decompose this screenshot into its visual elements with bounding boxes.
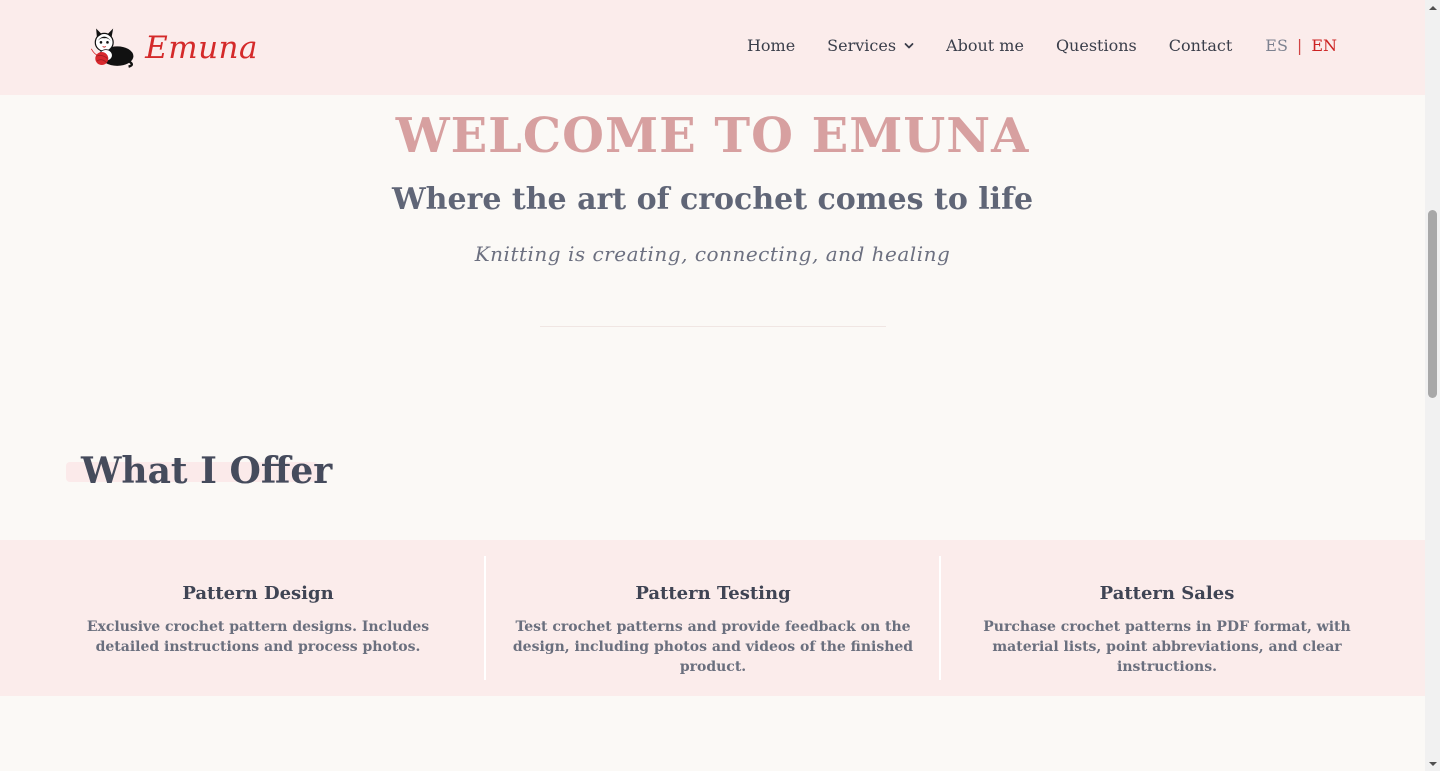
hero-subtitle: Where the art of crochet comes to life xyxy=(391,182,1034,217)
service-divider xyxy=(939,556,941,680)
chevron-down-icon xyxy=(904,42,914,48)
what-i-offer-heading: What I Offer xyxy=(81,450,333,492)
nav-questions[interactable]: Questions xyxy=(1056,36,1137,55)
language-switcher: ES | EN xyxy=(1265,36,1337,55)
service-title: Pattern Design xyxy=(182,583,334,604)
scroll-up-arrow-icon[interactable] xyxy=(1425,0,1440,15)
page: Emuna Home Services About me Questions C… xyxy=(0,0,1425,771)
nav-contact-label: Contact xyxy=(1168,36,1233,55)
service-description: Exclusive crochet pattern designs. Inclu… xyxy=(86,619,430,655)
nav-home[interactable]: Home xyxy=(747,36,795,55)
service-description: Purchase crochet patterns in PDF format,… xyxy=(983,619,1351,675)
service-title: Pattern Testing xyxy=(635,583,791,604)
nav-home-label: Home xyxy=(746,36,796,55)
hero-title: WELCOME TO EMUNA xyxy=(395,108,1030,164)
hero-tagline: Knitting is creating, connecting, and he… xyxy=(474,242,951,266)
services-band: Pattern Design Exclusive crochet pattern… xyxy=(0,540,1425,696)
lang-separator: | xyxy=(1296,36,1303,55)
site-header: Emuna Home Services About me Questions C… xyxy=(0,0,1425,95)
lang-es-link[interactable]: ES xyxy=(1265,36,1288,55)
service-card-sales: Pattern Sales Purchase crochet patterns … xyxy=(960,540,1374,696)
service-description: Test crochet patterns and provide feedba… xyxy=(512,619,914,675)
service-title: Pattern Sales xyxy=(1099,583,1235,604)
nav-questions-label: Questions xyxy=(1055,36,1137,55)
nav-about-label: About me xyxy=(946,36,1024,55)
vertical-scrollbar[interactable] xyxy=(1425,0,1440,771)
nav-services[interactable]: Services xyxy=(827,36,914,55)
main-nav: Home Services About me Questions Contact… xyxy=(747,36,1337,55)
logo[interactable]: Emuna xyxy=(88,20,258,76)
cat-with-yarn-icon xyxy=(90,28,134,68)
logo-text: Emuna xyxy=(145,30,258,66)
scrollbar-thumb[interactable] xyxy=(1428,210,1437,398)
hero-divider xyxy=(540,326,886,327)
service-card-design: Pattern Design Exclusive crochet pattern… xyxy=(60,540,456,696)
service-divider xyxy=(484,556,486,680)
section-heading: What I Offer xyxy=(66,450,332,492)
nav-contact[interactable]: Contact xyxy=(1169,36,1233,55)
nav-about[interactable]: About me xyxy=(946,36,1024,55)
scroll-down-arrow-icon[interactable] xyxy=(1425,756,1440,771)
service-card-testing: Pattern Testing Test crochet patterns an… xyxy=(498,540,928,696)
nav-services-label: Services xyxy=(827,36,897,55)
lang-en-link[interactable]: EN xyxy=(1311,36,1337,55)
